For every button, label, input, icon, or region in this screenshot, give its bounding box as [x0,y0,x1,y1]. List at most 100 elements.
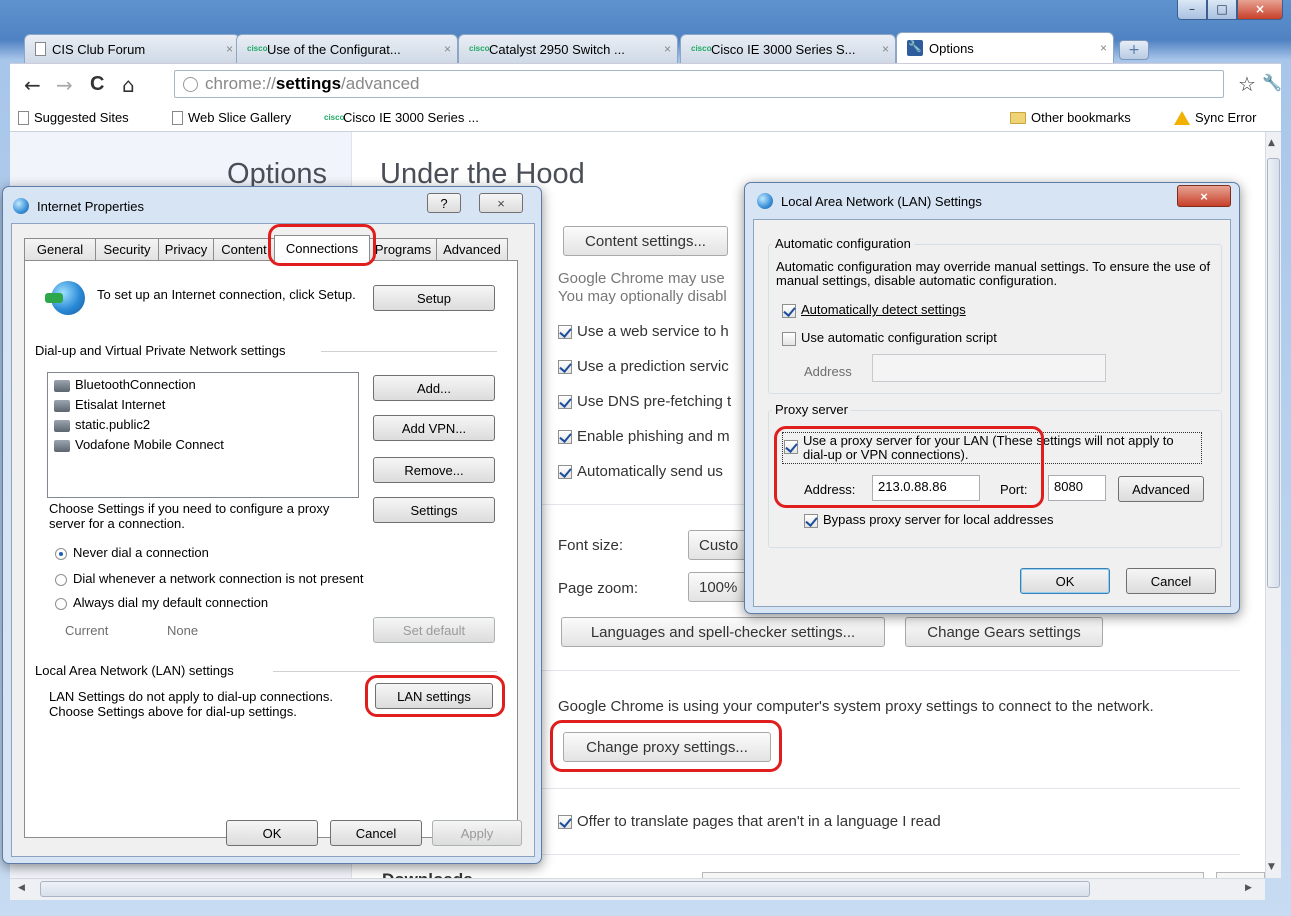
wrench-menu-icon[interactable]: 🔧 [1262,73,1282,92]
lan-close-button[interactable]: × [1177,185,1231,207]
new-tab-button[interactable]: + [1119,40,1149,60]
reload-icon[interactable]: C [90,73,104,96]
highlight-lan-settings [365,675,505,717]
bookmark-cisco-ie3000[interactable]: cisco Cisco IE 3000 Series ... [324,110,479,125]
checkbox-box[interactable] [782,331,796,346]
tab-close-icon[interactable]: × [1100,41,1107,55]
tab-content[interactable]: Content [213,238,275,260]
tab-privacy[interactable]: Privacy [158,238,214,260]
checkbox-bypass-local[interactable]: Bypass proxy server for local addresses [804,512,1053,528]
tab-close-icon[interactable]: × [226,42,233,56]
list-item[interactable]: Vodafone Mobile Connect [54,437,352,457]
list-item[interactable]: static.public2 [54,417,352,437]
script-address-input[interactable] [872,354,1106,382]
tab-configuration[interactable]: cisco Use of the Configurat... × [236,34,458,63]
font-size-select[interactable]: Custo [688,530,750,560]
checkbox-box[interactable] [804,513,818,528]
radio-dial-when-needed[interactable]: Dial whenever a network connection is no… [55,571,364,586]
checkbox-dns-prefetch[interactable]: Use DNS pre-fetching t [558,393,750,410]
lan-ok-button[interactable]: OK [1020,568,1110,594]
highlight-connections-tab [268,224,376,266]
page-zoom-select[interactable]: 100% [688,572,750,602]
radio-button[interactable] [55,547,67,560]
change-gears-button[interactable]: Change Gears settings [905,617,1103,647]
radio-label: Dial whenever a network connection is no… [73,571,364,586]
radio-button[interactable] [55,597,67,610]
checkbox-box[interactable] [558,360,572,375]
advanced-button[interactable]: Advanced [1118,476,1204,502]
cancel-button[interactable]: Cancel [330,820,422,846]
cisco-icon: cisco [691,44,712,53]
checkbox-box[interactable] [558,430,572,445]
set-default-button[interactable]: Set default [373,617,495,643]
tab-general[interactable]: General [24,238,96,260]
checkbox-auto-script[interactable]: Use automatic configuration script [782,330,997,346]
checkbox-box[interactable] [558,395,572,410]
maximize-button[interactable]: □ [1207,0,1237,20]
checkbox-usage-stats[interactable]: Automatically send us [558,463,750,480]
content-settings-button[interactable]: Content settings... [563,226,728,256]
sync-error-button[interactable]: Sync Error [1174,110,1256,125]
checkbox-box[interactable] [558,465,572,480]
scroll-up-icon[interactable]: ▲ [1268,138,1275,148]
tab-close-icon[interactable]: × [444,42,451,56]
lan-cancel-button[interactable]: Cancel [1126,568,1216,594]
ok-button[interactable]: OK [226,820,318,846]
star-icon[interactable]: ☆ [1238,72,1256,96]
vertical-scroll-thumb[interactable] [1267,158,1280,588]
help-button[interactable]: ? [427,193,461,213]
tab-programs[interactable]: Programs [369,238,437,260]
address-bar[interactable]: chrome://settings/advanced [174,70,1224,98]
window-close-button[interactable]: × [1237,0,1283,20]
checkbox-translate[interactable]: Offer to translate pages that aren't in … [558,813,941,830]
bookmark-suggested-sites[interactable]: Suggested Sites [18,110,129,125]
apply-button[interactable]: Apply [432,820,522,846]
radio-always-dial[interactable]: Always dial my default connection [55,595,268,610]
checkbox-box[interactable] [558,325,572,340]
proxy-port-input[interactable]: 8080 [1048,475,1106,501]
tab-options[interactable]: 🔧 Options × [896,32,1114,63]
minimize-button[interactable]: – [1177,0,1207,20]
dialog-title: Local Area Network (LAN) Settings [781,194,982,209]
back-icon[interactable]: ← [24,73,41,97]
forward-icon[interactable]: → [56,73,73,97]
setup-button[interactable]: Setup [373,285,495,311]
radio-never-dial[interactable]: Never dial a connection [55,545,209,560]
checkbox-web-service[interactable]: Use a web service to h [558,323,750,340]
tab-security[interactable]: Security [95,238,159,260]
tab-cisco-ie3000[interactable]: cisco Cisco IE 3000 Series S... × [680,34,896,63]
bookmark-web-slice-gallery[interactable]: Web Slice Gallery [172,110,291,125]
dialog-body: General Security Privacy Content Connect… [11,223,535,857]
downloads-heading: Downloads [382,870,473,878]
remove-button[interactable]: Remove... [373,457,495,483]
checkbox-prediction[interactable]: Use a prediction servic [558,358,750,375]
checkbox-box[interactable] [782,303,796,318]
languages-button[interactable]: Languages and spell-checker settings... [561,617,885,647]
horizontal-scroll-thumb[interactable] [40,881,1090,897]
tab-catalyst[interactable]: cisco Catalyst 2950 Switch ... × [458,34,678,63]
url-path: /advanced [341,74,420,93]
list-item[interactable]: BluetoothConnection [54,377,352,397]
checkbox-auto-detect[interactable]: Automatically detect settings [782,302,966,318]
connection-icon [54,439,70,452]
add-button[interactable]: Add... [373,375,495,401]
connection-label: static.public2 [75,417,151,432]
connections-list[interactable]: BluetoothConnection Etisalat Internet st… [47,372,359,498]
checkbox-phishing[interactable]: Enable phishing and m [558,428,750,445]
home-icon[interactable]: ⌂ [122,73,135,97]
radio-button[interactable] [55,573,67,586]
add-vpn-button[interactable]: Add VPN... [373,415,495,441]
dialog-close-button[interactable]: × [479,193,523,213]
list-item[interactable]: Etisalat Internet [54,397,352,417]
tab-advanced[interactable]: Advanced [436,238,508,260]
scroll-left-icon[interactable]: ◀ [18,883,25,893]
tab-close-icon[interactable]: × [882,42,889,56]
dialup-group-label: Dial-up and Virtual Private Network sett… [35,343,286,358]
tab-close-icon[interactable]: × [664,42,671,56]
settings-button[interactable]: Settings [373,497,495,523]
other-bookmarks-button[interactable]: Other bookmarks [1010,110,1131,125]
scroll-down-icon[interactable]: ▼ [1268,862,1275,872]
scroll-right-icon[interactable]: ▶ [1245,883,1252,893]
tab-cis-club-forum[interactable]: CIS Club Forum × [24,34,240,63]
checkbox-box[interactable] [558,815,572,830]
